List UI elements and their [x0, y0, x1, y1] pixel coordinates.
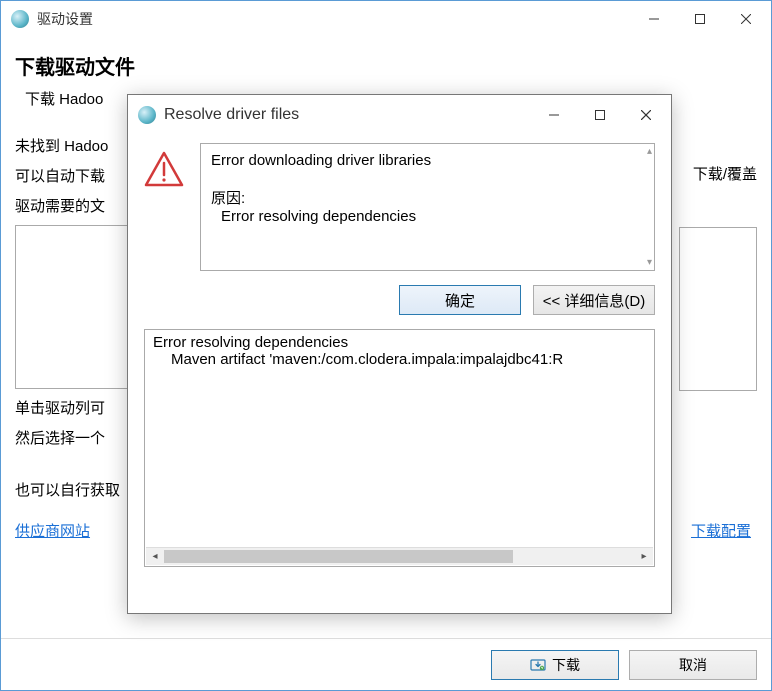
download-override-label: 下载/覆盖 [693, 163, 757, 184]
reason-label: 原因: [211, 187, 644, 208]
download-config-link[interactable]: 下载配置 [691, 520, 751, 541]
scroll-left-icon[interactable]: ◂ [146, 548, 164, 565]
minimize-button[interactable] [631, 3, 677, 35]
download-button[interactable]: 下载 [491, 650, 619, 680]
dialog-body: Error downloading driver libraries 原因: E… [128, 135, 671, 579]
dialog-maximize-button[interactable] [577, 99, 623, 131]
dialog-close-button[interactable] [623, 99, 669, 131]
cancel-button[interactable]: 取消 [629, 650, 757, 680]
dialog-titlebar: Resolve driver files [128, 95, 671, 135]
scroll-track[interactable] [164, 548, 635, 565]
window-title: 驱动设置 [37, 9, 631, 29]
resolve-driver-dialog: Resolve driver files Error do [127, 94, 672, 614]
error-row: Error downloading driver libraries 原因: E… [144, 143, 655, 271]
scroll-down-icon[interactable]: ▾ [647, 257, 652, 268]
right-listbox[interactable] [679, 227, 757, 391]
ok-button-label: 确定 [445, 290, 475, 311]
details-line-1: Error resolving dependencies [153, 334, 646, 351]
page-heading: 下载驱动文件 [15, 51, 757, 80]
vendor-website-link[interactable]: 供应商网站 [15, 520, 90, 541]
close-button[interactable] [723, 3, 769, 35]
dialog-window-controls [531, 99, 669, 131]
cancel-button-label: 取消 [679, 655, 707, 675]
ok-button[interactable]: 确定 [399, 285, 521, 315]
maximize-button[interactable] [677, 3, 723, 35]
scroll-up-icon[interactable]: ▴ [647, 146, 652, 157]
details-toggle-button[interactable]: << 详细信息(D) [533, 285, 655, 315]
dialog-title: Resolve driver files [164, 106, 531, 124]
details-line-2: Maven artifact 'maven:/com.clodera.impal… [153, 351, 646, 368]
error-message-box: Error downloading driver libraries 原因: E… [200, 143, 655, 271]
main-titlebar: 驱动设置 [1, 1, 771, 37]
details-text: Error resolving dependencies Maven artif… [145, 330, 654, 372]
scroll-right-icon[interactable]: ▸ [635, 548, 653, 565]
window-controls [631, 3, 769, 35]
error-title-text: Error downloading driver libraries [211, 152, 644, 169]
download-icon [530, 657, 546, 673]
dialog-app-icon [138, 106, 156, 124]
download-button-label: 下载 [552, 655, 580, 675]
dialog-button-row: 确定 << 详细信息(D) [144, 285, 655, 315]
details-box: Error resolving dependencies Maven artif… [144, 329, 655, 567]
horizontal-scrollbar[interactable]: ◂ ▸ [146, 547, 653, 565]
bottom-button-bar: 下载 取消 [1, 638, 771, 690]
dialog-minimize-button[interactable] [531, 99, 577, 131]
details-button-label: << 详细信息(D) [543, 290, 646, 311]
scroll-thumb[interactable] [164, 550, 513, 563]
warning-icon [144, 151, 186, 190]
app-icon [11, 10, 29, 28]
reason-text: Error resolving dependencies [221, 208, 644, 225]
